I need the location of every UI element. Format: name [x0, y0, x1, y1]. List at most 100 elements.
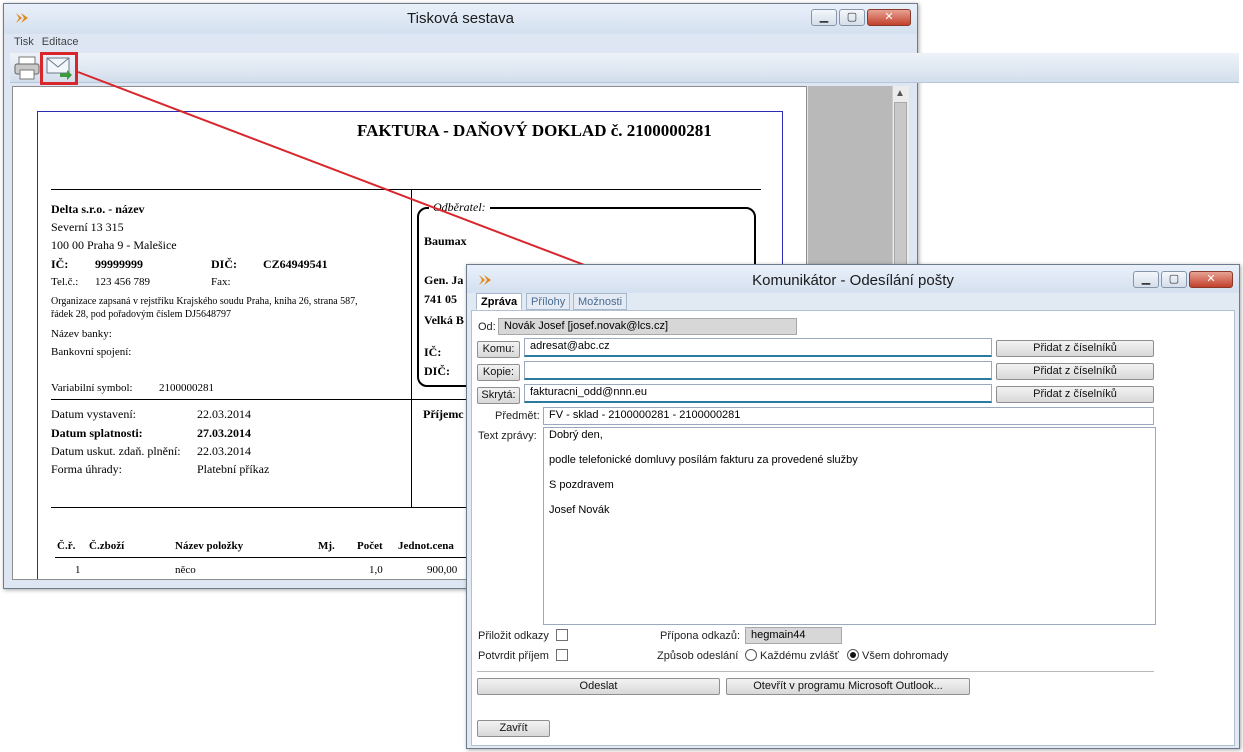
- payment-label: Forma úhrady:: [51, 462, 122, 476]
- close-dialog-button[interactable]: Zavřít: [477, 720, 550, 737]
- col-header: Mj.: [318, 540, 335, 552]
- date-value: 27.03.2014: [197, 426, 251, 440]
- table-cell: 1: [75, 564, 81, 576]
- link-suffix-field: hegmain44: [745, 627, 842, 644]
- dic-value: CZ64949541: [263, 257, 328, 271]
- from-field: Novák Josef [josef.novak@lcs.cz]: [498, 318, 797, 335]
- open-outlook-button[interactable]: Otevřít v programu Microsoft Outlook...: [726, 678, 970, 695]
- bcc-button[interactable]: Skrytá:: [477, 387, 520, 404]
- to-input[interactable]: adresat@abc.cz: [524, 338, 992, 357]
- tel-value: 123 456 789: [95, 276, 150, 288]
- tab-zprava[interactable]: Zpráva: [476, 293, 523, 310]
- divider: [51, 189, 761, 190]
- customer-legend: Odběratel:: [429, 200, 490, 215]
- date-value: 22.03.2014: [197, 444, 251, 458]
- table-cell: 1,0: [369, 564, 383, 576]
- customer-address-1: Gen. Ja: [424, 273, 464, 287]
- customer-address-3: Velká B: [424, 313, 464, 327]
- maximize-icon: ▢: [1168, 273, 1180, 285]
- maximize-icon: ▢: [846, 11, 858, 23]
- bcc-input[interactable]: fakturacni_odd@nnn.eu: [524, 384, 992, 403]
- bank-name-label: Název banky:: [51, 328, 112, 340]
- body-line: Josef Novák: [549, 504, 610, 516]
- printer-icon[interactable]: [13, 55, 41, 81]
- table-cell: něco: [175, 564, 196, 576]
- print-toolbar: [10, 53, 1239, 83]
- to-button[interactable]: Komu:: [477, 341, 520, 358]
- menu-tisk[interactable]: Tisk: [14, 36, 34, 48]
- body-label: Text zprávy:: [478, 430, 537, 442]
- communicator-titlebar: Komunikátor - Odesílání pošty ▁ ▢ ✕: [467, 265, 1239, 293]
- var-symbol-value: 2100000281: [159, 382, 214, 394]
- close-button[interactable]: ✕: [1189, 271, 1233, 288]
- send-each-label: Každému zvlášť: [760, 650, 839, 662]
- print-window-title: Tisková sestava: [407, 10, 514, 27]
- subject-label: Předmět:: [495, 410, 540, 422]
- close-icon: ✕: [1206, 273, 1216, 285]
- subject-input[interactable]: FV - sklad - 2100000281 - 2100000281: [543, 407, 1154, 425]
- date-value: 22.03.2014: [197, 407, 251, 421]
- from-label: Od:: [478, 321, 496, 333]
- supplier-street: Severní 13 315: [51, 220, 124, 234]
- registry-line-2: řádek 28, pod pořadovým číslem DJ5648797: [51, 309, 231, 320]
- tab-moznosti[interactable]: Možnosti: [573, 293, 628, 310]
- customer-ic: IČ:: [424, 345, 442, 359]
- table-cell: 900,00: [427, 564, 458, 576]
- col-header: Jednot.cena: [398, 540, 454, 552]
- date-label: Datum splatnosti:: [51, 426, 143, 440]
- communicator-title: Komunikátor - Odesílání pošty: [752, 272, 954, 289]
- date-label: Datum vystavení:: [51, 407, 136, 421]
- fax-label: Fax:: [211, 276, 231, 288]
- add-bcc-button[interactable]: Přidat z číselníků: [996, 386, 1154, 403]
- attach-links-label: Přiložit odkazy: [478, 630, 549, 642]
- bank-account-label: Bankovní spojení:: [51, 346, 132, 358]
- col-header: Počet: [357, 540, 383, 552]
- send-mode-label: Způsob odeslání: [657, 650, 739, 662]
- close-button[interactable]: ✕: [867, 9, 911, 26]
- body-line: S pozdravem: [549, 479, 614, 491]
- ic-value: 99999999: [95, 257, 143, 271]
- col-header: Č.ř.: [57, 540, 76, 552]
- customer-name: Baumax: [424, 234, 467, 248]
- divider: [55, 557, 475, 558]
- body-line: Dobrý den,: [549, 429, 603, 441]
- maximize-button[interactable]: ▢: [839, 9, 865, 26]
- divider: [477, 671, 1154, 672]
- customer-dic: DIČ:: [424, 364, 450, 378]
- send-email-icon[interactable]: [45, 55, 73, 81]
- minimize-icon: ▁: [819, 11, 829, 23]
- attach-links-checkbox[interactable]: [556, 629, 568, 641]
- send-button[interactable]: Odeslat: [477, 678, 720, 695]
- minimize-button[interactable]: ▁: [811, 9, 837, 26]
- cc-button[interactable]: Kopie:: [477, 364, 520, 381]
- send-all-radio[interactable]: [847, 649, 859, 661]
- tab-prilohy[interactable]: Přílohy: [526, 293, 571, 310]
- cc-input[interactable]: [524, 361, 992, 380]
- message-body-textarea[interactable]: Dobrý den, podle telefonické domluvy pos…: [543, 427, 1156, 625]
- send-each-radio[interactable]: [745, 649, 757, 661]
- confirm-receipt-label: Potvrdit příjem: [478, 650, 549, 662]
- link-suffix-label: Přípona odkazů:: [660, 630, 741, 642]
- minimize-button[interactable]: ▁: [1133, 271, 1159, 288]
- customer-address-2: 741 05: [424, 292, 457, 306]
- supplier-name: Delta s.r.o. - název: [51, 202, 145, 216]
- confirm-receipt-checkbox[interactable]: [556, 649, 568, 661]
- close-icon: ✕: [884, 11, 894, 23]
- col-header: Č.zboží: [89, 540, 125, 552]
- var-symbol-label: Variabilní symbol:: [51, 382, 133, 394]
- divider: [411, 189, 412, 507]
- print-titlebar: Tisková sestava ▁ ▢ ✕: [4, 4, 917, 34]
- add-cc-button[interactable]: Přidat z číselníků: [996, 363, 1154, 380]
- ic-label: IČ:: [51, 257, 69, 271]
- tel-label: Tel.č.:: [51, 276, 79, 288]
- registry-line-1: Organizace zapsaná v rejstříku Krajského…: [51, 296, 358, 307]
- minimize-icon: ▁: [1141, 273, 1151, 285]
- dic-label: DIČ:: [211, 257, 237, 271]
- recipient-label: Příjemc: [423, 407, 464, 421]
- menu-editace[interactable]: Editace: [42, 36, 79, 48]
- maximize-button[interactable]: ▢: [1161, 271, 1187, 288]
- add-to-button[interactable]: Přidat z číselníků: [996, 340, 1154, 357]
- send-all-label: Všem dohromady: [862, 650, 949, 662]
- date-label: Datum uskut. zdaň. plnění:: [51, 444, 181, 458]
- scroll-up-icon[interactable]: ▲: [895, 88, 905, 99]
